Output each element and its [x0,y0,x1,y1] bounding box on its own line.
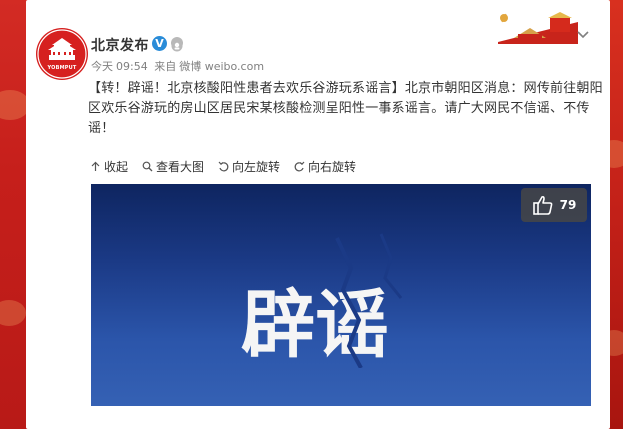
post-from-label: 来自 [154,60,177,73]
view-large-label: 查看大图 [156,159,205,174]
rumor-headline-graphic: 辟谣 [241,233,403,368]
collapse-label: 收起 [104,159,129,174]
post-text: 【转！辟谣！北京核酸阳性患者去欢乐谷游玩系谣言】北京市朝阳区消息：网传前往朝阳区… [88,79,608,139]
collapse-button[interactable]: 收起 [90,158,128,175]
rotate-right-icon [294,161,305,171]
verified-v-icon[interactable]: V [152,36,167,51]
member-badge-glyph-icon [171,40,183,52]
magnifier-icon [142,161,153,171]
thumbs-up-icon [532,195,553,215]
post-date[interactable]: 今天 [91,60,113,73]
account-name[interactable]: 北京发布 [91,35,149,55]
post-headline: 【转！辟谣！北京核酸阳性患者去欢乐谷游玩系谣言】 [88,81,405,96]
like-count: 79 [559,198,577,212]
collapse-up-icon [91,161,100,171]
view-large-button[interactable]: 查看大图 [142,158,204,175]
rotate-left-button[interactable]: 向左旋转 [218,158,280,175]
post-time[interactable]: 09:54 [116,60,148,73]
rotate-right-label: 向右旋转 [308,159,357,174]
like-button[interactable]: 79 [521,188,587,222]
weibo-post-card: YOBMPUT 北京发布 V 今天 09:54 来自 微博 weibo.com 【转… [26,0,610,429]
rotate-left-icon [218,161,229,171]
post-source[interactable]: 微博 weibo.com [179,60,264,73]
tiananmen-decoration-icon [492,8,578,44]
rotate-right-button[interactable]: 向右旋转 [294,158,356,175]
post-meta: 今天 09:54 来自 微博 weibo.com [91,58,267,74]
avatar[interactable]: YOBMPUT [36,28,88,80]
tiananmen-logo-icon [37,29,87,79]
rumor-headline-text: 辟谣 [241,282,389,368]
rotate-left-label: 向左旋转 [232,159,281,174]
media-toolbar: 收起 查看大图 向左旋转 向右旋转 [90,155,370,177]
post-image[interactable]: 辟谣 [91,184,591,406]
avatar-text: YOBMPUT [47,65,77,71]
chevron-down-icon[interactable] [576,28,590,42]
member-badge-icon[interactable] [171,37,183,52]
